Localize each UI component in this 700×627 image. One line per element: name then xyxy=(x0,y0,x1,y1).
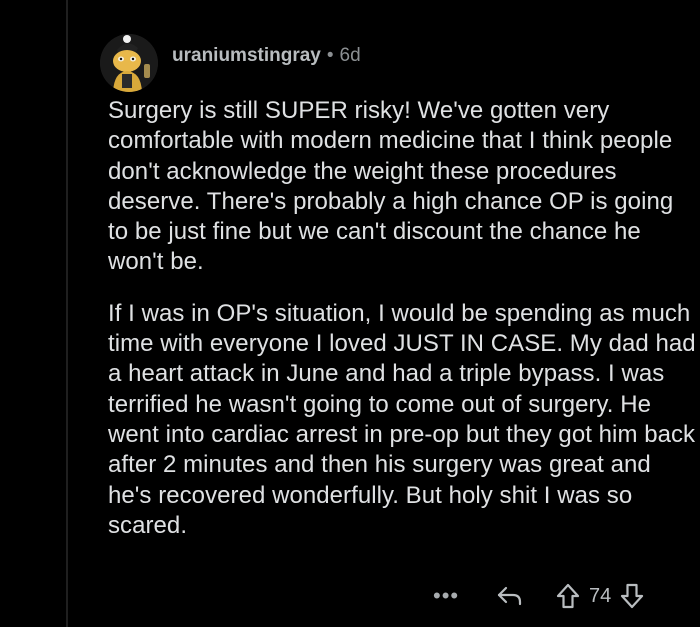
username-link[interactable]: uraniumstingray xyxy=(172,45,321,67)
author-row: uraniumstingray • 6d xyxy=(172,45,361,67)
more-options-icon[interactable]: ••• xyxy=(433,583,473,609)
reply-arrow-icon[interactable] xyxy=(495,583,525,609)
comment-body: Surgery is still SUPER risky! We've gott… xyxy=(108,96,698,562)
upvote-arrow-icon[interactable] xyxy=(555,582,581,610)
comment-actions: ••• 74 xyxy=(428,578,688,614)
thread-line xyxy=(66,0,68,627)
downvote-arrow-icon[interactable] xyxy=(619,582,645,610)
comment-age: 6d xyxy=(339,45,361,66)
comment-paragraph: If I was in OP's situation, I would be s… xyxy=(108,299,696,539)
comment: uraniumstingray • 6d Surgery is still SU… xyxy=(100,18,696,539)
meta-separator: • xyxy=(326,45,334,66)
comment-paragraph: Surgery is still SUPER risky! We've gott… xyxy=(108,97,674,276)
vote-count: 74 xyxy=(589,584,612,607)
comment-header: uraniumstingray • 6d xyxy=(100,18,690,108)
snoo-avatar-icon xyxy=(100,34,158,92)
avatar[interactable] xyxy=(100,34,158,92)
